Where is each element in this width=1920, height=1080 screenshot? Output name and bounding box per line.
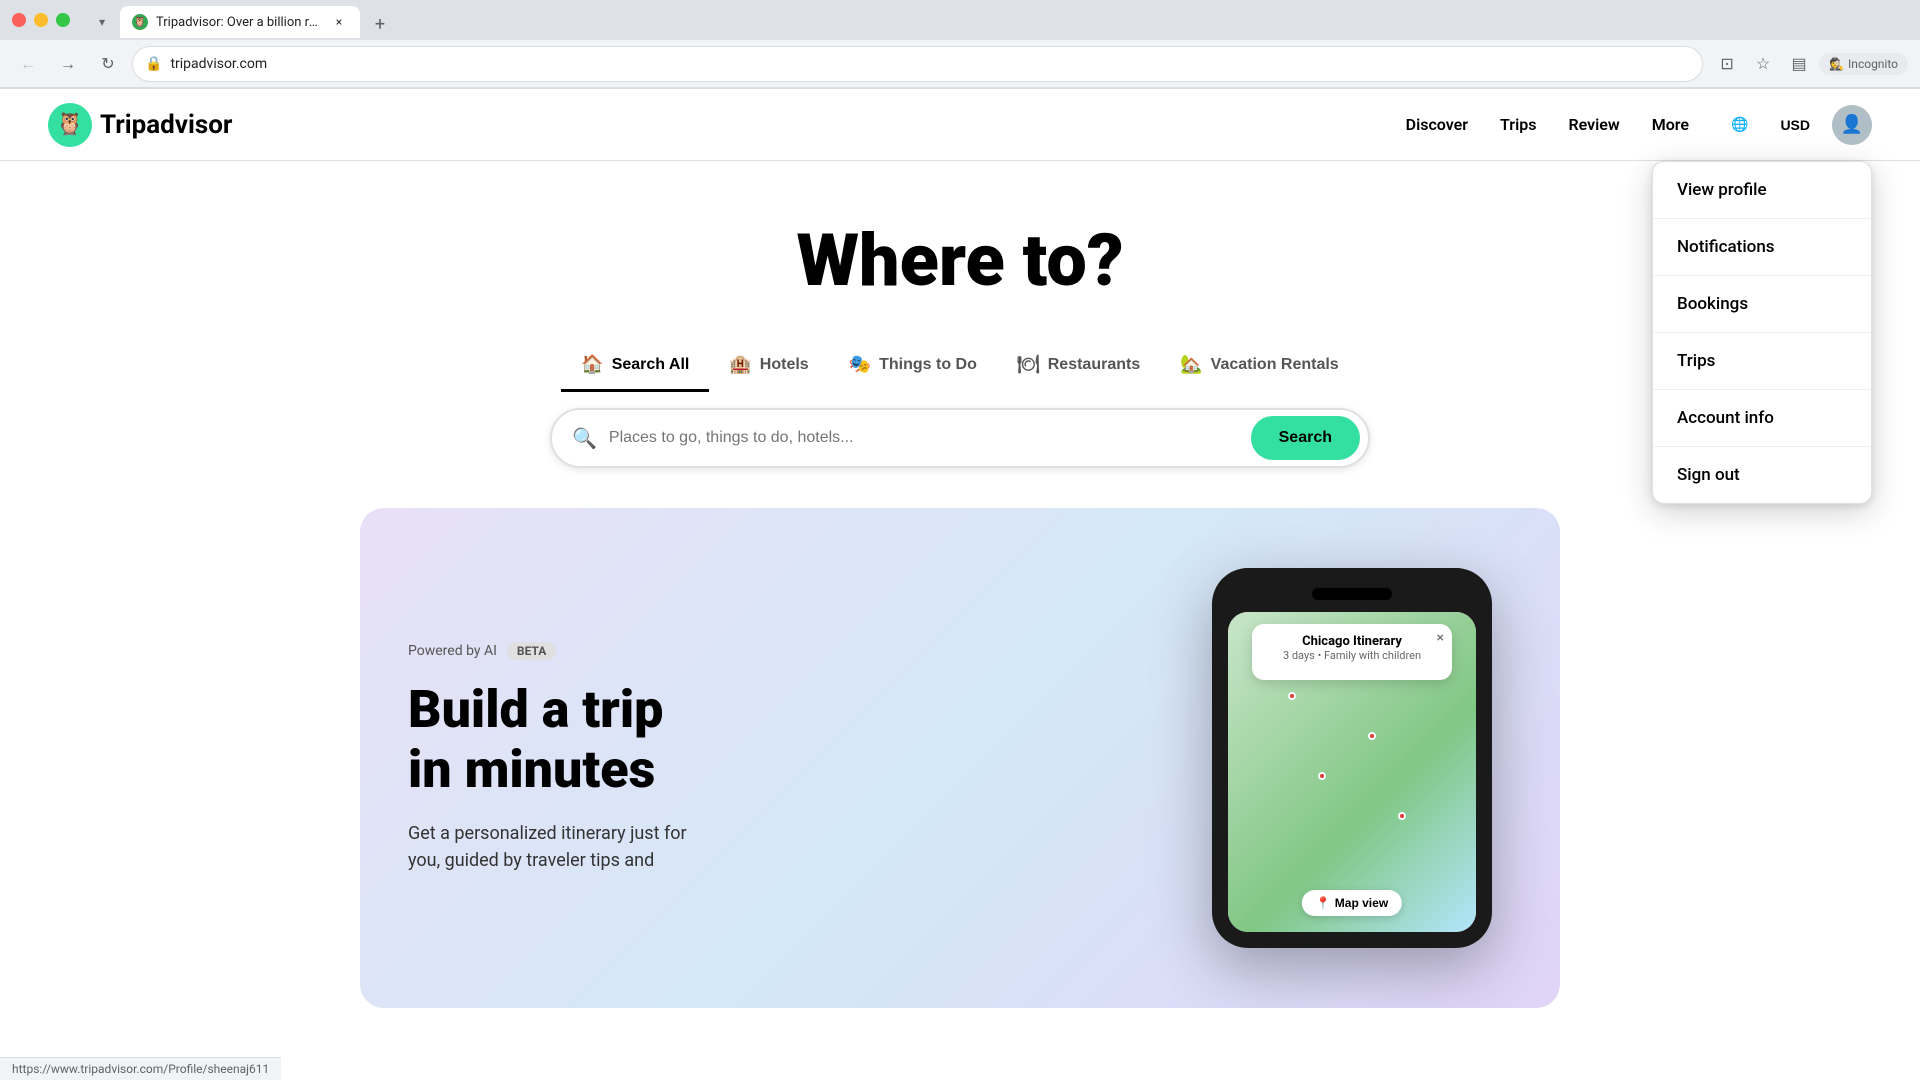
user-dropdown-menu: View profile Notifications Bookings Trip… [1652, 161, 1872, 504]
map-pin-1 [1288, 692, 1296, 700]
address-bar[interactable]: 🔒 tripadvisor.com [132, 46, 1703, 82]
hero-section: Where to? [0, 161, 1920, 340]
tab-things-to-do[interactable]: 🎭 Things to Do [829, 340, 997, 392]
refresh-button[interactable]: ↻ [92, 48, 124, 80]
restaurants-label: Restaurants [1048, 356, 1140, 374]
active-tab[interactable]: 🦉 Tripadvisor: Over a billion revie... × [120, 6, 360, 38]
search-button[interactable]: Search [1251, 416, 1360, 460]
phone-notch [1312, 588, 1392, 600]
window-controls: × − + [12, 13, 70, 27]
tab-scroll-back[interactable]: ▾ [86, 6, 118, 38]
phone-card-close[interactable]: × [1437, 630, 1444, 646]
ai-title: Build a trip in minutes [408, 680, 1152, 800]
sidebar-toggle-button[interactable]: ▤ [1783, 48, 1815, 80]
map-view-label: Map view [1335, 896, 1388, 910]
ai-section: Powered by AI BETA Build a trip in minut… [360, 508, 1560, 1008]
globe-icon: 🌐 [1731, 116, 1748, 133]
search-tabs: 🏠 Search All 🏨 Hotels 🎭 Things to Do 🍽 R… [0, 340, 1920, 392]
browser-status-bar: https://www.tripadvisor.com/Profile/shee… [0, 1057, 281, 1080]
tab-vacation-rentals[interactable]: 🏡 Vacation Rentals [1160, 340, 1358, 392]
bookmark-icon[interactable]: ☆ [1747, 48, 1779, 80]
header-actions: 🌐 USD 👤 [1721, 105, 1872, 145]
tab-search-all[interactable]: 🏠 Search All [561, 340, 709, 392]
status-bar-url: https://www.tripadvisor.com/Profile/shee… [12, 1062, 269, 1076]
nav-review[interactable]: Review [1568, 107, 1619, 142]
search-bar: 🔍 Search [550, 408, 1370, 468]
hotels-label: Hotels [760, 356, 809, 374]
phone-card: × Chicago Itinerary 3 days • Family with… [1252, 624, 1452, 680]
address-text: tripadvisor.com [170, 56, 267, 72]
dropdown-item-trips[interactable]: Trips [1653, 333, 1871, 390]
site-logo[interactable]: 🦉 Tripadvisor [48, 103, 232, 147]
search-bar-wrapper: 🔍 Search [0, 408, 1920, 468]
map-view-icon: 📍 [1316, 896, 1331, 910]
search-icon: 🔍 [572, 426, 597, 450]
browser-toolbar: ← → ↻ 🔒 tripadvisor.com ⊡ ☆ ▤ 🕵 Incognit… [0, 40, 1920, 88]
screenshare-icon[interactable]: ⊡ [1711, 48, 1743, 80]
window-maximize-button[interactable]: + [56, 13, 70, 27]
nav-more[interactable]: More [1652, 107, 1689, 142]
browser-chrome: × − + ▾ 🦉 Tripadvisor: Over a billion re… [0, 0, 1920, 89]
tab-restaurants[interactable]: 🍽 Restaurants [997, 340, 1160, 392]
map-pin-3 [1318, 772, 1326, 780]
restaurants-icon: 🍽 [1017, 354, 1040, 375]
incognito-label: Incognito [1848, 57, 1898, 71]
vacation-rentals-label: Vacation Rentals [1211, 356, 1339, 374]
dropdown-item-bookings[interactable]: Bookings [1653, 276, 1871, 333]
currency-button[interactable]: USD [1770, 111, 1820, 139]
tab-bar: ▾ 🦉 Tripadvisor: Over a billion revie...… [78, 2, 402, 38]
main-nav: Discover Trips Review More [1406, 107, 1689, 142]
new-tab-button[interactable]: + [366, 10, 394, 38]
logo-owl-icon: 🦉 [48, 103, 92, 147]
things-to-do-icon: 🎭 [849, 354, 871, 375]
nav-trips[interactable]: Trips [1500, 107, 1536, 142]
map-view-button[interactable]: 📍 Map view [1302, 890, 1402, 916]
nav-discover[interactable]: Discover [1406, 107, 1468, 142]
toolbar-actions: ⊡ ☆ ▤ 🕵 Incognito [1711, 48, 1908, 80]
logo-text: Tripadvisor [100, 110, 232, 140]
user-avatar[interactable]: 👤 [1832, 105, 1872, 145]
incognito-badge: 🕵 Incognito [1819, 53, 1908, 75]
ai-content: Powered by AI BETA Build a trip in minut… [408, 642, 1152, 874]
dropdown-item-account-info[interactable]: Account info [1653, 390, 1871, 447]
browser-titlebar: × − + ▾ 🦉 Tripadvisor: Over a billion re… [0, 0, 1920, 40]
dropdown-item-view-profile[interactable]: View profile [1653, 162, 1871, 219]
search-input[interactable] [609, 429, 1239, 447]
back-button[interactable]: ← [12, 48, 44, 80]
forward-button[interactable]: → [52, 48, 84, 80]
language-button[interactable]: 🌐 [1721, 110, 1758, 139]
hero-title: Where to? [20, 221, 1900, 300]
ai-powered-label: Powered by AI [408, 643, 497, 659]
hotels-icon: 🏨 [729, 354, 751, 375]
tab-title: Tripadvisor: Over a billion revie... [156, 15, 322, 30]
window-close-button[interactable]: × [12, 13, 26, 27]
dropdown-item-notifications[interactable]: Notifications [1653, 219, 1871, 276]
dropdown-item-sign-out[interactable]: Sign out [1653, 447, 1871, 503]
things-to-do-label: Things to Do [879, 356, 977, 374]
phone-card-subtitle: 3 days • Family with children [1268, 649, 1436, 662]
vacation-rentals-icon: 🏡 [1180, 354, 1202, 375]
site-header: 🦉 Tripadvisor Discover Trips Review More… [0, 89, 1920, 161]
phone-card-title: Chicago Itinerary [1268, 634, 1436, 649]
tab-hotels[interactable]: 🏨 Hotels [709, 340, 828, 392]
phone-screen: × Chicago Itinerary 3 days • Family with… [1228, 612, 1476, 932]
map-pin-4 [1398, 812, 1406, 820]
incognito-icon: 🕵 [1829, 57, 1844, 71]
currency-label: USD [1780, 117, 1810, 133]
lock-icon: 🔒 [145, 56, 162, 72]
window-minimize-button[interactable]: − [34, 13, 48, 27]
ai-phone-mockup: × Chicago Itinerary 3 days • Family with… [1192, 568, 1512, 948]
tab-favicon: 🦉 [132, 14, 148, 30]
ai-beta-badge: BETA [507, 642, 556, 660]
search-all-label: Search All [612, 356, 690, 374]
map-pin-2 [1368, 732, 1376, 740]
avatar-icon: 👤 [1841, 114, 1863, 135]
tripadvisor-page: 🦉 Tripadvisor Discover Trips Review More… [0, 89, 1920, 1008]
phone-frame: × Chicago Itinerary 3 days • Family with… [1212, 568, 1492, 948]
tab-close-button[interactable]: × [330, 13, 348, 31]
ai-description: Get a personalized itinerary just for yo… [408, 820, 1152, 874]
ai-badge-row: Powered by AI BETA [408, 642, 1152, 660]
search-all-icon: 🏠 [581, 354, 603, 375]
